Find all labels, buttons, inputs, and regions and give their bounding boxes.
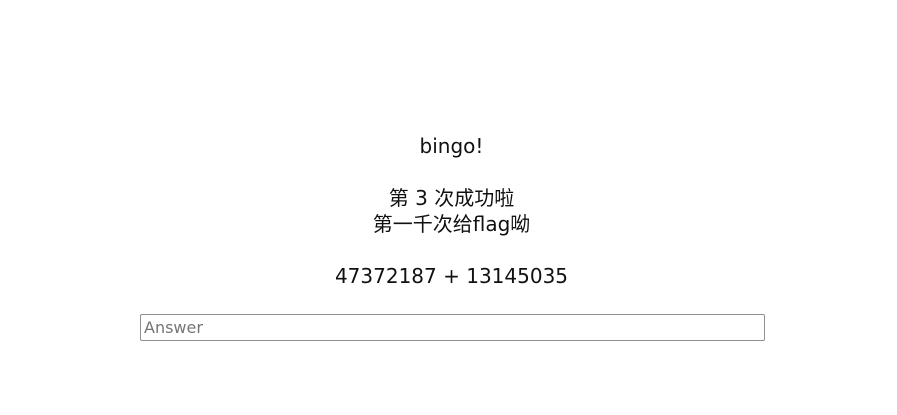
status-message: bingo!	[419, 134, 484, 158]
flag-hint-text: 第一千次给flag呦	[372, 212, 531, 236]
progress-message: 第 3 次成功啦 第一千次给flag呦	[0, 185, 897, 237]
answer-input[interactable]	[140, 314, 765, 341]
success-count-text: 第 3 次成功啦	[388, 186, 515, 210]
math-problem: 47372187 + 13145035	[334, 264, 569, 288]
